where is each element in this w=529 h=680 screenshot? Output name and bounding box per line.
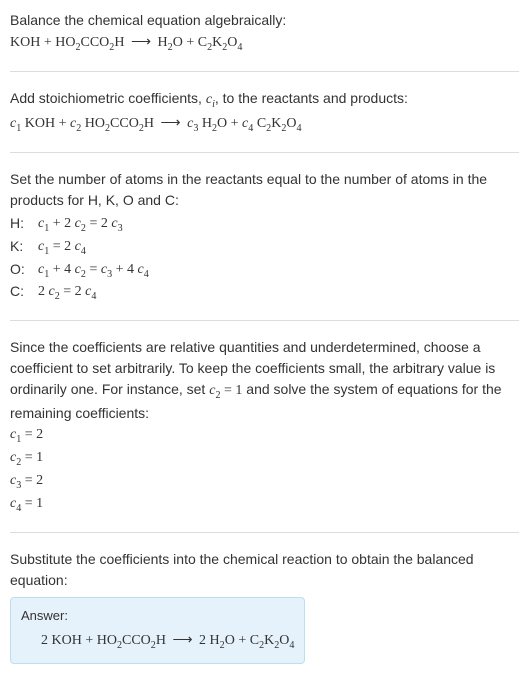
balanced-equation: 2 KOH + HO2CCO2H ⟶ 2 H2O + C2K2O4 [21,629,294,653]
txt: = 2 [86,216,111,231]
instruction-text: Balance the chemical equation algebraica… [10,10,519,31]
element-label: H: [10,213,38,236]
section-coeffs: Add stoichiometric coefficients, ci, to … [10,82,519,142]
txt: 2 KOH + HO [41,633,117,648]
sub: 4 [297,123,302,134]
txt: + 2 [49,216,74,231]
coeff-equation: c1 KOH + c2 HO2CCO2H ⟶ c3 H2O + c4 C2K2O… [10,112,519,136]
equation-cell: c1 + 4 c2 = c3 + 4 c4 [38,259,155,282]
txt: O + [217,116,242,131]
answer-label: Answer: [21,606,294,626]
section-intro: Balance the chemical equation algebraica… [10,4,519,61]
txt: + 4 [49,262,74,277]
element-label: K: [10,236,38,259]
divider [10,71,519,72]
txt: C [253,116,266,131]
txt: = 2 [21,427,43,442]
txt: O [227,35,237,50]
coeff-line: c3 = 2 [10,470,519,493]
table-row: K: c1 = 2 c4 [10,236,155,259]
txt: CCO [110,116,139,131]
txt: H [158,35,168,50]
txt: = [86,262,101,277]
txt: KOH + [21,116,70,131]
equation-cell: 2 c2 = 2 c4 [38,281,155,304]
coeff-line: c4 = 1 [10,493,519,516]
divider [10,320,519,321]
substitute-text: Substitute the coefficients into the che… [10,549,519,591]
txt: = 1 [21,496,43,511]
divider [10,152,519,153]
txt: , to the reactants and products: [215,90,408,106]
txt: K [264,633,274,648]
txt: KOH + HO [10,35,75,50]
section-answer: Substitute the coefficients into the che… [10,543,519,670]
section-atoms: Set the number of atoms in the reactants… [10,163,519,311]
txt: CCO [81,35,110,50]
txt: = 2 [49,239,74,254]
coeff-solutions: c1 = 2 c2 = 1 c3 = 2 c4 = 1 [10,424,519,516]
sub: 4 [81,245,86,256]
sub: 4 [237,42,242,53]
txt: = 1 [220,383,242,398]
txt: HO [81,116,105,131]
txt: = 2 [60,284,85,299]
txt: Add stoichiometric coefficients, [10,90,206,106]
sub: 4 [289,640,294,651]
arrow-icon: ⟶ [128,33,154,49]
txt: CCO [122,633,151,648]
txt: 2 [38,284,49,299]
answer-box: Answer: 2 KOH + HO2CCO2H ⟶ 2 H2O + C2K2O… [10,597,305,664]
table-row: H: c1 + 2 c2 = 2 c3 [10,213,155,236]
eq-lhs: KOH + HO2CCO2H [10,35,124,50]
txt: H [144,116,154,131]
table-row: C: 2 c2 = 2 c4 [10,281,155,304]
equation-cell: c1 = 2 c4 [38,236,155,259]
sub: 4 [144,268,149,279]
txt: K [271,116,281,131]
arrow-icon: ⟶ [169,631,195,647]
sub: 4 [91,291,96,302]
txt: = 2 [21,473,43,488]
eq-rhs: H2O + C2K2O4 [158,35,243,50]
section-solve: Since the coefficients are relative quan… [10,331,519,522]
txt: K [212,35,222,50]
coeff-instruction: Add stoichiometric coefficients, ci, to … [10,88,519,112]
txt: O + C [225,633,259,648]
txt: + 4 [112,262,137,277]
element-label: O: [10,259,38,282]
unbalanced-equation: KOH + HO2CCO2H ⟶ H2O + C2K2O4 [10,31,519,55]
arrow-icon: ⟶ [158,114,184,130]
divider [10,532,519,533]
txt: H [114,35,124,50]
table-row: O: c1 + 4 c2 = c3 + 4 c4 [10,259,155,282]
txt: H [156,633,166,648]
txt: O [286,116,296,131]
solve-text: Since the coefficients are relative quan… [10,337,519,424]
equation-cell: c1 + 2 c2 = 2 c3 [38,213,155,236]
sub: 3 [118,223,123,234]
txt: H [198,116,212,131]
txt: O + C [173,35,207,50]
coeff-line: c2 = 1 [10,447,519,470]
txt: = 1 [21,450,43,465]
atoms-text: Set the number of atoms in the reactants… [10,169,519,211]
coeff-line: c1 = 2 [10,424,519,447]
atom-balance-table: H: c1 + 2 c2 = 2 c3 K: c1 = 2 c4 O: c1 +… [10,213,155,305]
element-label: C: [10,281,38,304]
txt: O [279,633,289,648]
txt: 2 H [199,633,220,648]
